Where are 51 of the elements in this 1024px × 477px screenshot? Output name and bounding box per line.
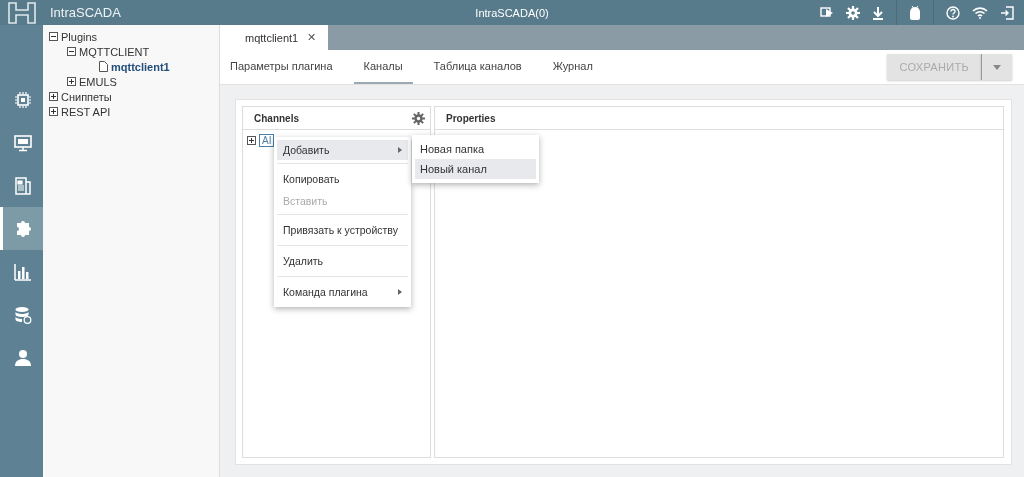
tab[interactable]: Журнал (542, 50, 603, 84)
submenu-arrow-icon (398, 289, 402, 295)
logo-icon (6, 1, 37, 24)
newspaper-icon (14, 176, 32, 195)
puzzle-icon (14, 219, 32, 238)
bar-chart-icon (14, 262, 32, 281)
submenu-arrow-icon (398, 147, 402, 153)
tree-item[interactable]: Plugins (61, 30, 98, 43)
help-icon[interactable] (946, 5, 960, 20)
expander-icon[interactable] (247, 136, 256, 145)
menu-item[interactable]: Копировать (277, 163, 408, 191)
caret-icon (993, 64, 1001, 70)
menu-item[interactable]: Новый канал (415, 159, 536, 179)
logout-icon[interactable] (1000, 5, 1014, 20)
tree-item[interactable]: Сниппеты (61, 90, 112, 103)
database-icon (14, 305, 32, 324)
panel-title: Channels (254, 112, 299, 124)
window-title: IntraSCADA(0) (475, 7, 549, 19)
menu-item[interactable]: Привязать к устройству (277, 214, 408, 242)
document-tab[interactable]: mqttclient1 ✕ (220, 25, 329, 50)
expander-icon[interactable] (67, 47, 76, 56)
wifi-icon[interactable] (972, 6, 988, 19)
chip-icon (14, 90, 32, 109)
expander-icon[interactable] (49, 107, 58, 116)
user-icon (14, 348, 32, 367)
expander-icon[interactable] (49, 92, 58, 101)
menu-item[interactable]: Удалить (277, 245, 408, 273)
file-icon (99, 61, 108, 72)
tree-item[interactable]: EMULS (79, 75, 117, 88)
tab[interactable]: Таблица каналов (423, 50, 532, 84)
tree-item[interactable]: AI (259, 134, 275, 147)
expander-icon[interactable] (67, 77, 76, 86)
close-icon[interactable]: ✕ (307, 31, 317, 44)
app-title: IntraSCADA (50, 5, 121, 20)
tab[interactable]: Параметры плагина (220, 50, 343, 84)
screen-share-icon[interactable] (820, 5, 834, 20)
document-tab-label: mqttclient1 (245, 31, 299, 44)
tab[interactable]: Каналы (353, 50, 413, 84)
download-icon[interactable] (872, 5, 884, 20)
menu-item[interactable]: Команда плагина (277, 276, 408, 304)
expander-icon[interactable] (49, 32, 58, 41)
tree-item[interactable]: MQTTCLIENT (79, 45, 150, 58)
panel-title: Properties (446, 112, 496, 124)
android-icon[interactable] (909, 4, 921, 21)
menu-item[interactable]: Новая папка (415, 139, 536, 159)
menu-item[interactable]: Добавить (277, 140, 408, 160)
tree-item[interactable]: REST API (61, 105, 111, 118)
nav-button[interactable] (0, 207, 43, 250)
monitor-icon (14, 133, 32, 152)
tree-item[interactable]: mqttclient1 (111, 60, 170, 73)
settings-icon[interactable] (412, 111, 425, 125)
